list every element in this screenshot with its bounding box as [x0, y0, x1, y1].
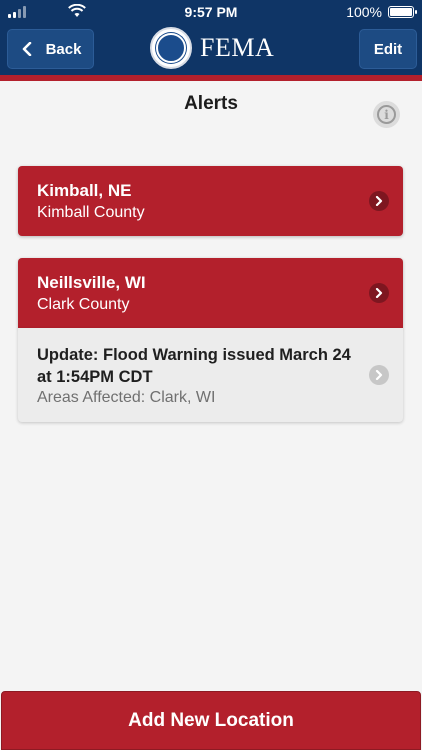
fema-logo: FEMA: [150, 26, 274, 70]
dhs-seal-icon: [150, 27, 192, 69]
logo-text: FEMA: [200, 33, 275, 62]
chevron-right-icon: [369, 283, 389, 303]
location-city: Kimball, NE: [37, 181, 132, 200]
location-city: Neillsville, WI: [37, 273, 146, 292]
add-new-location-button[interactable]: Add New Location: [1, 691, 421, 750]
back-button[interactable]: Back: [7, 29, 94, 69]
header-stripe: [0, 75, 422, 81]
location-county: Clark County: [37, 296, 130, 313]
chevron-right-icon: [369, 191, 389, 211]
page-title: Alerts: [184, 93, 238, 114]
alert-areas: Areas Affected: Clark, WI: [37, 389, 216, 406]
battery-icon: [388, 6, 417, 18]
location-county: Kimball County: [37, 204, 145, 221]
alert-update-item[interactable]: Update: Flood Warning issued March 24 at…: [18, 328, 403, 422]
status-bar: 9:57 PM 100%: [0, 0, 422, 24]
info-button[interactable]: i: [373, 101, 400, 128]
chevron-right-icon: [369, 365, 389, 385]
battery-percent: 100%: [346, 4, 382, 20]
location-card-neillsville[interactable]: Neillsville, WI Clark County: [18, 258, 403, 328]
edit-button[interactable]: Edit: [359, 29, 417, 69]
chevron-left-icon: [22, 42, 31, 56]
location-card-kimball[interactable]: Kimball, NE Kimball County: [18, 166, 403, 236]
top-bar: 9:57 PM 100% Back FEMA Edit: [0, 0, 422, 75]
back-label: Back: [45, 40, 82, 58]
info-icon: i: [377, 105, 396, 124]
alert-title: Update: Flood Warning issued March 24 at…: [37, 346, 351, 386]
